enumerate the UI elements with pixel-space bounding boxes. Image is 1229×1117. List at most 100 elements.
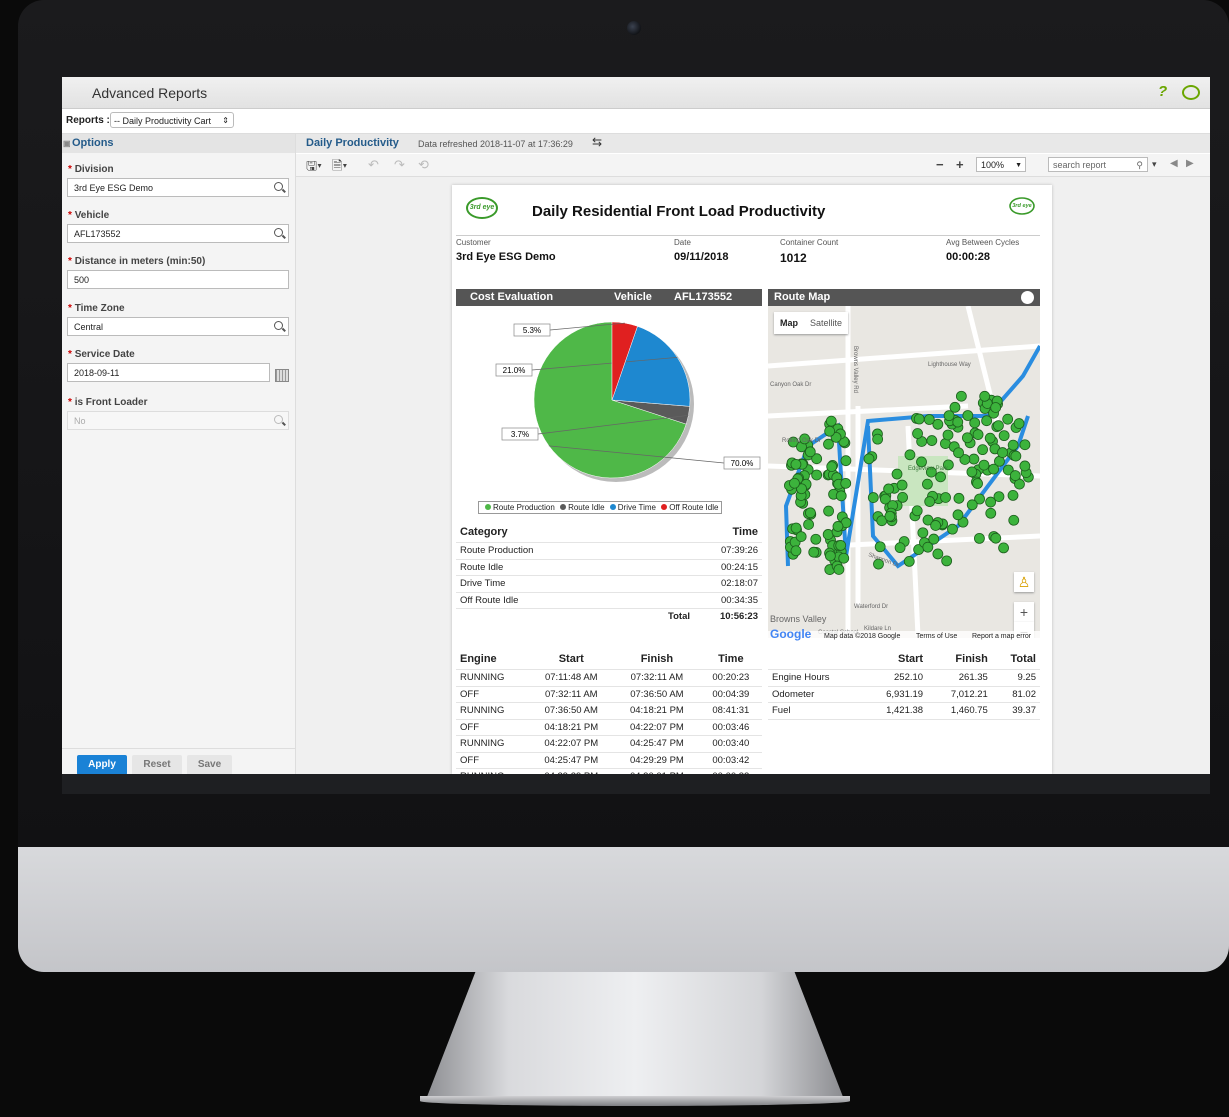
previous-icon[interactable]: ◀	[1170, 158, 1178, 169]
stop-marker	[953, 492, 965, 504]
stop-marker	[922, 478, 933, 490]
calendar-icon[interactable]	[275, 369, 289, 382]
stop-marker	[941, 555, 953, 567]
stop-marker	[997, 447, 1008, 458]
route-map[interactable]: Browns Valley Rd Lighthouse Way Canyon Oak…	[768, 306, 1040, 638]
stop-marker	[904, 449, 916, 461]
legend-drive-time: Drive Time	[617, 503, 656, 512]
map-label: Canyon Oak Dr	[770, 382, 811, 388]
engine-cell: 00:03:42	[699, 752, 762, 769]
search-report-input[interactable]: search report ⚲	[1048, 157, 1148, 172]
report-title: Daily Residential Front Load Productivit…	[532, 203, 826, 220]
map-footer: Google Map data ©2018 Google Terms of Us…	[768, 627, 1040, 643]
required-mark: *	[68, 164, 72, 175]
category-header: Category	[456, 522, 694, 543]
header-divider	[456, 235, 1040, 236]
map-zoom-in-button[interactable]: +	[1014, 602, 1034, 622]
undo-icon[interactable]: ↶	[368, 157, 379, 173]
time-header: Time	[694, 522, 762, 543]
options-button-row: Apply Reset Save	[62, 748, 295, 774]
category-cell: Route Idle	[456, 559, 694, 576]
stop-marker	[811, 469, 823, 481]
stop-marker	[835, 540, 847, 551]
timezone-field[interactable]: Central	[67, 317, 289, 336]
stats-cell: 81.02	[991, 686, 1040, 703]
stop-marker	[930, 520, 942, 531]
options-header[interactable]: ▣ Options	[62, 134, 295, 153]
terms-link[interactable]: Terms of Use	[916, 633, 957, 640]
select-arrows-icon: ⇕	[222, 116, 229, 125]
stop-marker	[835, 490, 847, 502]
search-options-icon[interactable]: ▾	[1152, 159, 1157, 170]
stop-marker	[1007, 490, 1019, 501]
stop-marker	[955, 390, 967, 402]
google-logo: Google	[770, 627, 812, 641]
avg-cycles-label: Avg Between Cycles	[946, 238, 1020, 247]
refresh-icon[interactable]: ⇆	[592, 135, 602, 149]
street-view-icon[interactable]: ♙	[1014, 572, 1034, 592]
apply-button[interactable]: Apply	[77, 755, 127, 774]
save-menu-icon[interactable]: 🖫▾	[306, 157, 322, 179]
cost-evaluation-title: Cost Evaluation	[470, 291, 554, 303]
stop-marker	[932, 548, 944, 560]
front-loader-field[interactable]: No	[67, 411, 289, 430]
search-icon[interactable]	[274, 182, 283, 191]
help-icon[interactable]: ?	[1158, 83, 1167, 100]
engine-cell: RUNNING	[456, 735, 529, 753]
vehicle-label: * Vehicle	[68, 210, 109, 221]
engine-cell: 00:03:40	[699, 735, 762, 753]
legend-swatch-off-route-idle	[661, 504, 668, 510]
pie-data-label: 3.7%	[511, 430, 529, 439]
report-error-link[interactable]: Report a map error	[972, 633, 1031, 640]
legend-swatch-route-idle	[560, 504, 567, 510]
collapse-icon[interactable]: ▣	[63, 134, 71, 153]
reports-select[interactable]: -- Daily Productivity Cart ⇕	[110, 112, 234, 128]
stop-marker	[978, 459, 990, 471]
distance-field[interactable]: 500	[67, 270, 289, 289]
stats-cell: Odometer	[768, 686, 863, 703]
customer-value: 3rd Eye ESG Demo	[456, 251, 556, 263]
search-icon[interactable]	[274, 321, 283, 330]
search-icon[interactable]	[274, 228, 283, 237]
vehicle-field[interactable]: AFL173552	[67, 224, 289, 243]
redo-icon[interactable]: ↷	[394, 157, 405, 173]
division-field[interactable]: 3rd Eye ESG Demo	[67, 178, 289, 197]
main-title: Daily Productivity	[306, 137, 399, 149]
satellite-tab[interactable]: Satellite	[804, 318, 848, 328]
zoom-in-icon[interactable]: +	[956, 157, 964, 172]
stop-marker	[993, 420, 1004, 432]
stop-marker	[790, 459, 802, 470]
engine-cell: 04:29:29 PM	[614, 752, 700, 769]
refresh-status: Data refreshed 2018-11-07 at 17:36:29	[418, 139, 573, 149]
options-panel: ▣ Options * Division 3rd Eye ESG Demo * V…	[62, 134, 296, 774]
engine-cell: RUNNING	[456, 669, 529, 687]
reset-view-icon[interactable]: ⟲	[418, 157, 429, 173]
stats-cell: 1,421.38	[862, 702, 928, 720]
engine-cell: 04:25:47 PM	[614, 735, 700, 753]
stop-marker	[979, 390, 991, 402]
table-row: OFF 07:32:11 AM 07:36:50 AM 00:04:39	[456, 686, 762, 703]
stop-marker	[926, 435, 938, 446]
zoom-select[interactable]: 100% ▼	[976, 157, 1026, 172]
reset-button[interactable]: Reset	[132, 755, 182, 774]
map-tab[interactable]: Map	[774, 318, 804, 328]
fullscreen-icon[interactable]	[1021, 291, 1034, 304]
next-icon[interactable]: ▶	[1186, 158, 1194, 169]
export-menu-icon[interactable]: 🗎▾	[332, 157, 347, 179]
engine-cell: OFF	[456, 752, 529, 769]
stop-marker	[1013, 418, 1025, 429]
division-value: 3rd Eye ESG Demo	[74, 183, 154, 193]
service-date-field[interactable]: 2018-09-11	[67, 363, 270, 382]
save-button[interactable]: Save	[187, 755, 232, 774]
zoom-out-icon[interactable]: −	[936, 157, 944, 172]
chevron-down-icon: ▼	[1015, 162, 1022, 169]
search-icon[interactable]: ⚲	[1136, 158, 1143, 173]
legend-off-route-idle: Off Route Idle	[669, 503, 719, 512]
engine-cell: 00:03:46	[699, 719, 762, 736]
stop-marker	[891, 468, 903, 480]
service-date-value: 2018-09-11	[74, 368, 120, 378]
main-header: Daily Productivity Data refreshed 2018-1…	[296, 134, 1210, 153]
stop-marker	[790, 545, 802, 557]
chat-icon[interactable]	[1182, 85, 1200, 100]
search-icon[interactable]	[274, 415, 283, 424]
